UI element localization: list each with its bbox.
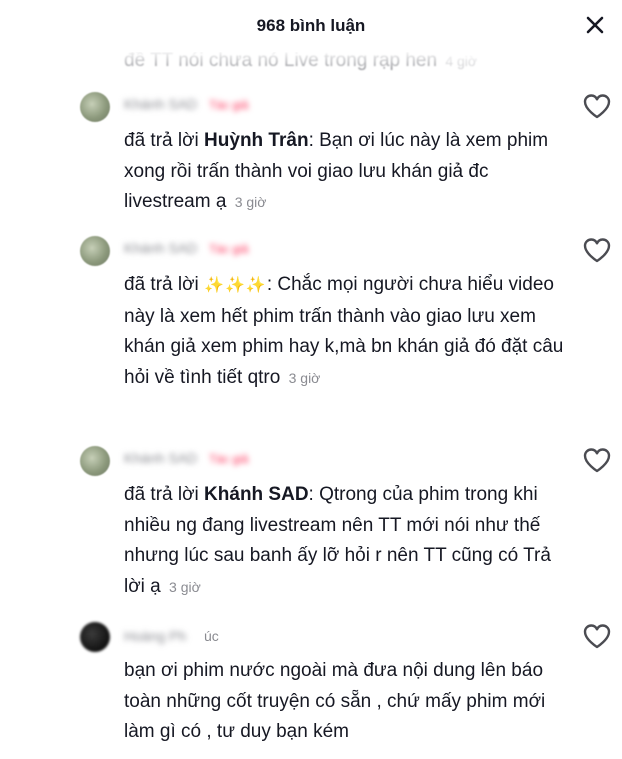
- comment-text: bạn ơi phim nước ngoài mà đưa nội dung l…: [124, 660, 546, 742]
- heart-outline-icon[interactable]: [582, 236, 612, 264]
- heart-outline-icon[interactable]: [582, 622, 612, 650]
- avatar[interactable]: [80, 622, 110, 652]
- comment-text: đã trả lời ✨✨✨: Chắc mọi người chưa hiểu…: [124, 274, 564, 388]
- heart-outline-icon[interactable]: [582, 92, 612, 120]
- comment-time: 3 giờ: [288, 369, 321, 386]
- close-button[interactable]: [582, 12, 608, 38]
- comment-time: 4 giờ: [445, 53, 478, 69]
- comment-username[interactable]: Khánh SAD Tác giả: [124, 240, 248, 256]
- reply-to-name[interactable]: ✨✨✨: [204, 277, 267, 294]
- comment-time: 3 giờ: [234, 194, 267, 210]
- author-badge: Tác giả: [209, 98, 249, 112]
- comment-username-visible: úc: [204, 628, 219, 644]
- comments-header: 968 bình luận: [0, 0, 622, 52]
- comment-username[interactable]: Khánh SAD Tác giả: [124, 96, 248, 112]
- comments-sheet: 968 bình luận đề TT nói chưa nó Live tro…: [0, 0, 622, 759]
- avatar[interactable]: [80, 92, 110, 122]
- close-icon: [586, 16, 604, 34]
- partial-comment-text: đề TT nói chưa nó Live trong rạp hen 4 g…: [124, 50, 478, 71]
- avatar[interactable]: [80, 236, 110, 266]
- comment-username[interactable]: Hoàng Ph: [124, 628, 186, 644]
- author-badge: Tác giả: [209, 452, 249, 466]
- avatar[interactable]: [80, 446, 110, 476]
- reply-to-name[interactable]: Huỳnh Trân: [204, 130, 309, 151]
- comment-text: đã trả lời Huỳnh Trân: Bạn ơi lúc này là…: [124, 130, 549, 212]
- comment-time: 3 giờ: [169, 578, 201, 595]
- comments-count-title: 968 bình luận: [256, 16, 366, 35]
- author-badge: Tác giả: [209, 242, 249, 256]
- comment-text: đã trả lời Khánh SAD: Qtrong của phim tr…: [124, 484, 551, 597]
- reply-to-name[interactable]: Khánh SAD: [204, 484, 309, 505]
- comment-username[interactable]: Khánh SAD Tác giả: [124, 450, 248, 466]
- heart-outline-icon[interactable]: [582, 446, 612, 474]
